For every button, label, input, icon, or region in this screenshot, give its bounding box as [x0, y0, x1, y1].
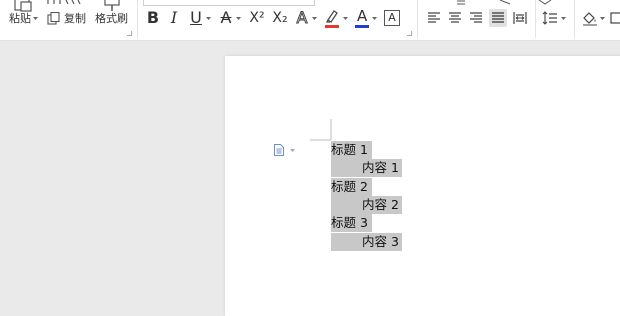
chevron-down-icon [290, 149, 295, 152]
paintbrush-icon[interactable] [103, 0, 121, 12]
group-separator [535, 0, 536, 38]
outline-content[interactable]: 内容 1 [331, 159, 402, 177]
justify-icon [492, 12, 504, 23]
group-separator [137, 0, 138, 38]
font-group-launcher-icon[interactable] [407, 31, 412, 36]
paste-button[interactable]: 粘贴 [9, 13, 31, 25]
align-center-button[interactable] [446, 9, 464, 27]
copy-button[interactable]: 复制 [64, 13, 86, 25]
align-left-icon [428, 12, 440, 23]
cut-icon[interactable] [46, 0, 86, 6]
outline-heading[interactable]: 标题 2 [331, 178, 372, 196]
highlighter-icon [326, 10, 338, 23]
subscript-button[interactable]: X₂ [270, 8, 290, 28]
line-spacing-dropdown-icon[interactable] [561, 17, 566, 21]
ribbon-toolbar: 粘贴 复制 格式刷 B I U A X² X₂ A A A [0, 0, 620, 41]
outline-heading[interactable]: 标题 3 [331, 214, 372, 232]
align-right-button[interactable] [467, 9, 485, 27]
font-color-label: A [357, 7, 368, 25]
paste-dropdown-icon[interactable] [33, 17, 38, 21]
outline-content[interactable]: 内容 3 [331, 233, 402, 251]
distributed-align-icon [513, 12, 527, 24]
highlight-dropdown-icon[interactable] [343, 17, 348, 21]
paragraph-marker[interactable] [273, 144, 297, 156]
clipboard-icon[interactable] [12, 0, 34, 12]
highlight-button[interactable] [324, 8, 340, 30]
justify-button[interactable] [489, 9, 507, 27]
font-color-button[interactable]: A [354, 7, 370, 30]
font-color-dropdown-icon[interactable] [372, 17, 377, 21]
borders-button[interactable] [608, 9, 620, 27]
shading-dropdown-icon[interactable] [600, 17, 605, 21]
font-size-box[interactable] [320, 0, 410, 5]
document-page[interactable]: 标题 1 内容 1 标题 2 内容 2 标题 3 内容 3 [225, 56, 620, 316]
italic-button[interactable]: I [166, 8, 182, 28]
paint-bucket-icon [583, 12, 597, 26]
align-center-icon [449, 12, 461, 23]
align-left-button[interactable] [425, 9, 443, 27]
align-right-icon [470, 12, 482, 23]
strikethrough-dropdown-icon[interactable] [236, 17, 241, 21]
font-name-box[interactable] [143, 0, 315, 6]
char-border-button[interactable]: A [384, 10, 400, 26]
shading-button[interactable] [581, 9, 599, 27]
strikethrough-button[interactable]: A [218, 8, 234, 28]
clipboard-group-launcher-icon[interactable] [127, 31, 132, 36]
text-effect-dropdown-icon[interactable] [312, 17, 317, 21]
outline-heading[interactable]: 标题 1 [331, 141, 372, 159]
line-spacing-button[interactable] [541, 9, 559, 27]
group-separator [574, 0, 575, 38]
text-effect-button[interactable]: A [294, 8, 310, 28]
copy-icon[interactable] [47, 12, 61, 26]
line-spacing-icon [542, 11, 557, 25]
outline-content[interactable]: 内容 2 [331, 196, 402, 214]
distributed-align-button[interactable] [511, 9, 529, 27]
superscript-button[interactable]: X² [247, 8, 267, 28]
bold-button[interactable]: B [145, 8, 161, 28]
margin-corner-mark [310, 119, 332, 141]
list-icon[interactable] [455, 0, 575, 6]
underline-button[interactable]: U [188, 8, 204, 28]
highlight-color-bar [325, 25, 339, 28]
font-color-bar [355, 25, 369, 28]
format-painter-button[interactable]: 格式刷 [95, 13, 128, 25]
char-border-label: A [388, 11, 396, 24]
document-icon [274, 144, 284, 156]
underline-dropdown-icon[interactable] [206, 17, 211, 21]
group-separator [417, 0, 418, 38]
borders-icon [610, 12, 620, 24]
